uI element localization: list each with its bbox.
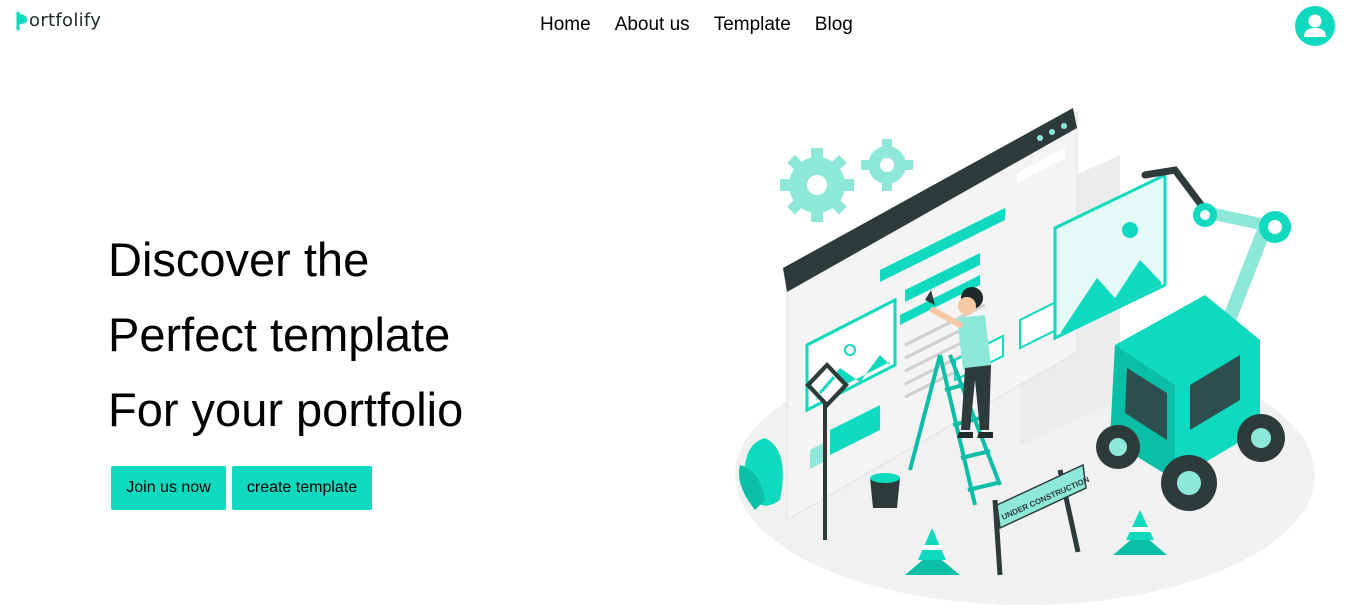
join-us-button[interactable]: Join us now [111, 466, 226, 510]
hero-line-3: For your portfolio [108, 383, 464, 436]
hero-line-1: Discover the [108, 233, 370, 286]
create-template-button[interactable]: create template [232, 466, 372, 510]
user-avatar[interactable] [1295, 6, 1335, 46]
logo-text: ortfolify [29, 10, 102, 31]
navbar: ortfolify Home About us Template Blog [0, 0, 1346, 52]
hero-line-2: Perfect template [108, 308, 451, 361]
nav-link-template[interactable]: Template [714, 14, 791, 36]
hero-title: Discover the Perfect template For your p… [108, 222, 578, 447]
brand-logo[interactable]: ortfolify [16, 10, 101, 31]
nav-link-about-us[interactable]: About us [615, 14, 690, 36]
under-construction-illustration: UNDER CONSTRUCTION [735, 108, 1315, 605]
nav-link-home[interactable]: Home [540, 14, 591, 36]
user-icon [1304, 14, 1326, 37]
main-nav: Home About us Template Blog [540, 14, 877, 36]
gear-icon [780, 148, 854, 222]
nav-link-blog[interactable]: Blog [815, 14, 853, 36]
paint-bucket-icon [870, 473, 900, 508]
gear-icon [861, 139, 913, 191]
logo-mark-icon [16, 11, 27, 30]
